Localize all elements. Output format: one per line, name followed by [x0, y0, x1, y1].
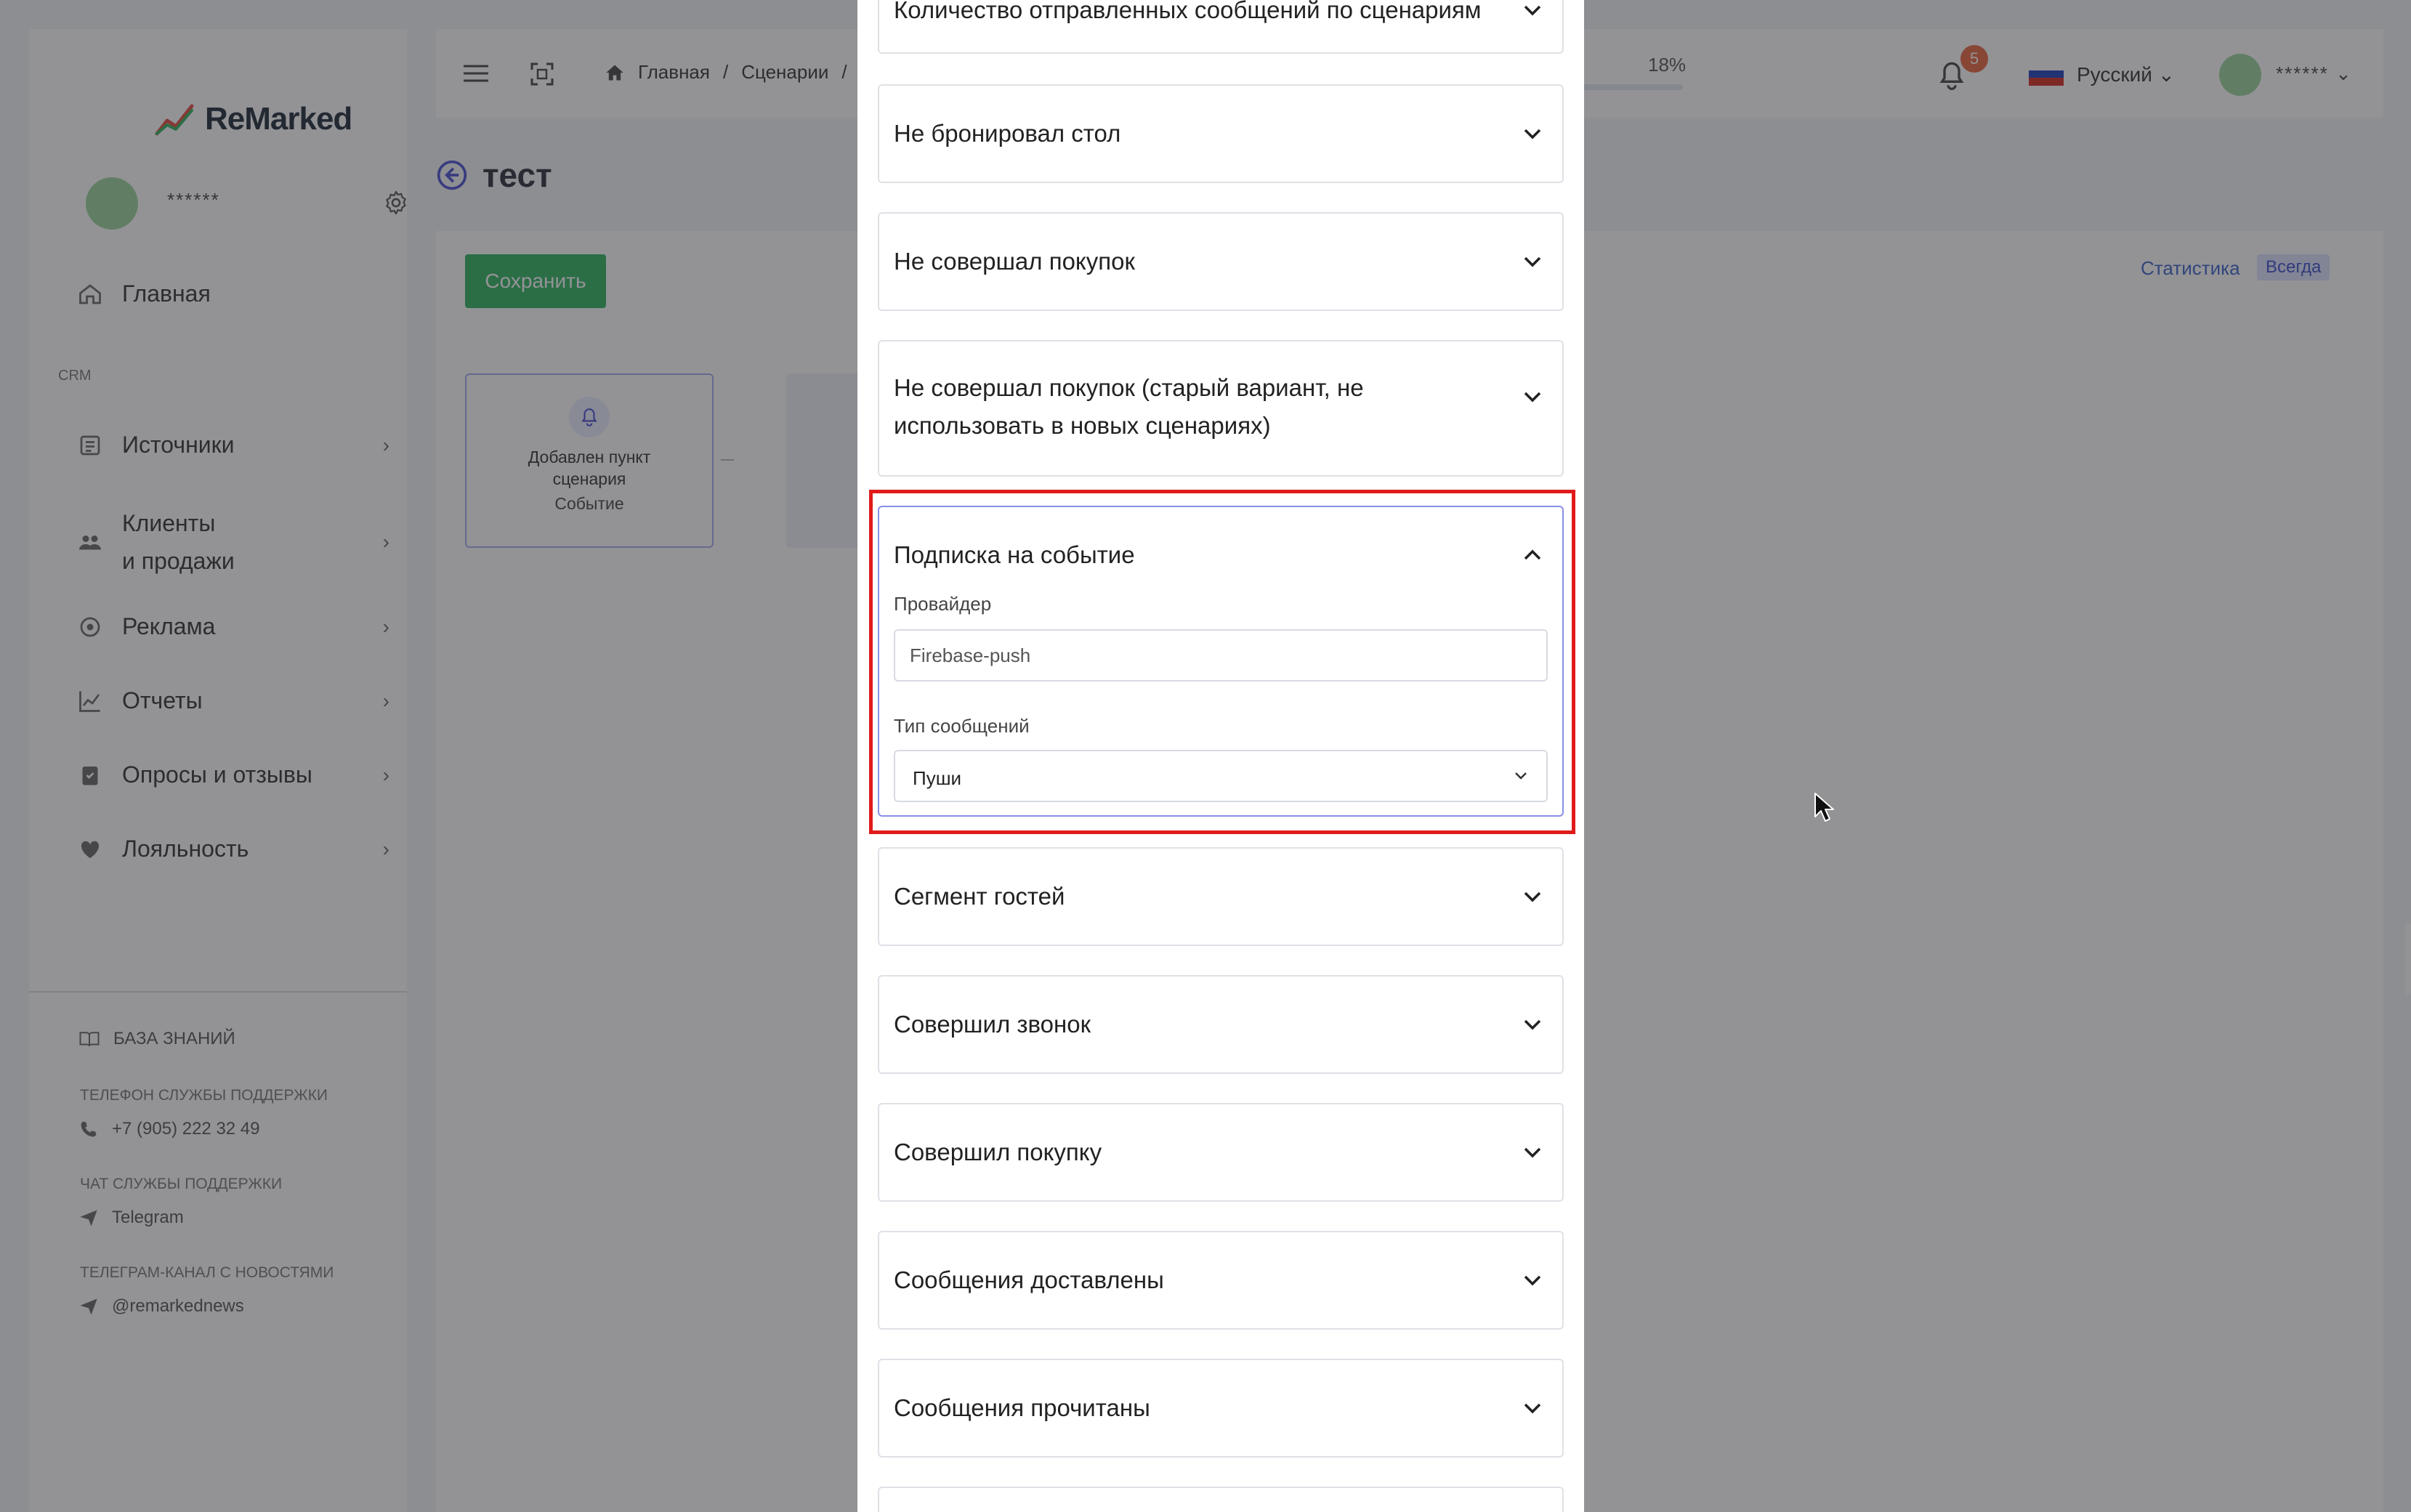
accordion-item[interactable]: Сообщения доставлены	[878, 1231, 1564, 1330]
accordion-title: Совершил звонок	[894, 1011, 1091, 1038]
chevron-down-icon	[1524, 392, 1541, 403]
chevron-down-icon	[1524, 892, 1541, 902]
accordion-title: Количество отправленных сообщений по сце…	[894, 0, 1482, 23]
accordion-item[interactable]: Совершил звонок	[878, 975, 1564, 1074]
accordion-item[interactable]	[878, 1487, 1564, 1512]
accordion-header[interactable]: Сообщения доставлены	[894, 1261, 1548, 1299]
accordion-header[interactable]: Не совершал покупок	[894, 243, 1548, 280]
accordion-header[interactable]: Количество отправленных сообщений по сце…	[894, 0, 1548, 29]
accordion-title: Совершил покупку	[894, 1139, 1102, 1165]
accordion-title: Не совершал покупок	[894, 248, 1135, 275]
chevron-down-icon	[1524, 1275, 1541, 1286]
highlight-frame	[869, 490, 1575, 834]
accordion-title: Сегмент гостей	[894, 883, 1065, 910]
chevron-down-icon	[1524, 129, 1541, 140]
accordion-header[interactable]: Сегмент гостей	[894, 878, 1548, 915]
accordion-title: Не совершал покупок (старый вариант, не …	[894, 374, 1364, 439]
accordion-header[interactable]: Не бронировал стол	[894, 115, 1548, 153]
chevron-down-icon	[1524, 256, 1541, 267]
mouse-cursor-icon	[1814, 793, 1834, 822]
accordion-title: Не бронировал стол	[894, 120, 1121, 147]
accordion-header[interactable]: Совершил звонок	[894, 1006, 1548, 1043]
chevron-down-icon	[1524, 5, 1541, 16]
accordion-item[interactable]: Количество отправленных сообщений по сце…	[878, 0, 1564, 54]
accordion-item[interactable]: Совершил покупку	[878, 1103, 1564, 1202]
chevron-down-icon	[1524, 1019, 1541, 1030]
accordion-header[interactable]: Не совершал покупок (старый вариант, не …	[894, 369, 1548, 445]
accordion-title: Сообщения прочитаны	[894, 1394, 1150, 1421]
accordion-header[interactable]: Сообщения прочитаны	[894, 1389, 1548, 1427]
accordion-title: Сообщения доставлены	[894, 1266, 1164, 1293]
chevron-down-icon	[1524, 1403, 1541, 1414]
accordion-item[interactable]: Сообщения прочитаны	[878, 1359, 1564, 1458]
chevron-down-icon	[1524, 1147, 1541, 1158]
accordion-item[interactable]: Не совершал покупок	[878, 212, 1564, 311]
accordion-header[interactable]: Совершил покупку	[894, 1133, 1548, 1171]
accordion-item[interactable]: Не совершал покупок (старый вариант, не …	[878, 340, 1564, 477]
accordion-item[interactable]: Сегмент гостей	[878, 847, 1564, 946]
accordion-item[interactable]: Не бронировал стол	[878, 84, 1564, 183]
